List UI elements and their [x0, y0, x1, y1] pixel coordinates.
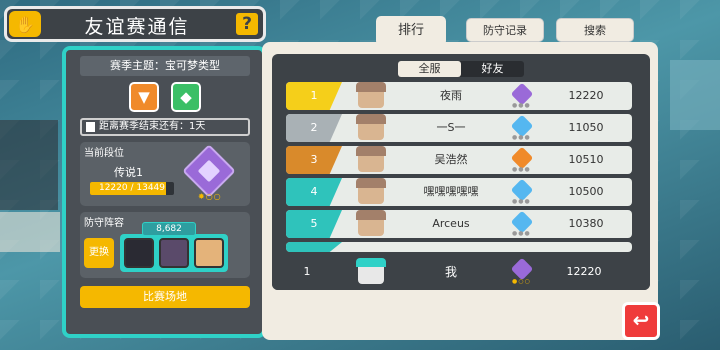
filter-friends[interactable]: 好友 — [461, 61, 524, 77]
row-name: 一S一 — [436, 121, 466, 134]
avatar — [356, 178, 386, 204]
row-name: 夜雨 — [440, 89, 462, 102]
background-block — [0, 120, 58, 210]
rank-stars-icon: ✸○○ — [198, 192, 222, 201]
row-score: 10380 — [568, 217, 604, 230]
rank-stars-icon: ●○○ — [512, 278, 531, 285]
rank-progress-text: 12220 / 13449 — [98, 183, 165, 193]
row-score: 10500 — [568, 185, 604, 198]
team-power: 8,682 — [142, 222, 196, 236]
flying-type-icon[interactable]: ▼ — [129, 82, 159, 112]
leaderboard-row[interactable] — [286, 242, 632, 252]
avatar — [356, 82, 386, 108]
filter-all-server[interactable]: 全服 — [398, 61, 461, 77]
rank-progress-bar: 12220 / 13449 — [90, 182, 174, 195]
leaderboard-frame: 全服 好友 1 夜雨 ●●● 12220 2 一S一 ●●● 11050 3 吴浩然 ●●● 1051… — [272, 54, 650, 290]
rank-stars-icon: ●●● — [512, 134, 531, 141]
row-score: 12220 — [568, 89, 604, 102]
my-rank: 1 — [303, 265, 311, 278]
rank-stars-icon: ●●● — [512, 166, 531, 173]
season-theme: 赛季主题：宝可梦类型 — [80, 56, 250, 76]
back-button[interactable]: ↩ — [622, 302, 660, 340]
leaderboard-row[interactable]: 2 一S一 ●●● 11050 — [286, 114, 632, 142]
current-rank-box: 当前段位 传说1 12220 / 13449 ✸○○ — [80, 142, 250, 206]
countdown-text: 距离赛季结束还有：1天 — [99, 121, 206, 132]
change-team-button[interactable]: 更换 — [84, 238, 114, 268]
help-button[interactable]: ? — [234, 11, 260, 37]
leaderboard-row[interactable]: 4 嘿嘿嘿嘿嘿 ●●● 10500 — [286, 178, 632, 206]
row-score: 10510 — [568, 153, 604, 166]
row-rank: 2 — [286, 114, 342, 142]
leaderboard-row[interactable]: 5 Arceus ●●● 10380 — [286, 210, 632, 238]
my-rank-row: 1 我 ●○○ 12220 — [272, 254, 650, 290]
header-bar: ✋ 友谊赛通信 ? — [4, 6, 266, 42]
defense-team-box: 防守阵容 更换 8,682 — [80, 212, 250, 278]
avatar — [356, 210, 386, 236]
rank-badge-icon — [510, 257, 534, 281]
tab-ranking[interactable]: 排行 — [376, 16, 446, 46]
rank-name: 传说1 — [114, 166, 143, 179]
leaderboard-row[interactable]: 1 夜雨 ●●● 12220 — [286, 82, 632, 110]
pokemon-slot-icon[interactable] — [194, 238, 224, 268]
pokemon-slot-icon[interactable] — [159, 238, 189, 268]
scope-filter: 全服 好友 — [398, 61, 524, 77]
season-countdown: 距离赛季结束还有：1天 — [80, 118, 250, 136]
row-rank: 4 — [286, 178, 342, 206]
rank-emblem-icon — [182, 144, 236, 198]
row-rank — [286, 242, 342, 252]
row-rank: 5 — [286, 210, 342, 238]
rank-stars-icon: ●●● — [512, 198, 531, 205]
grass-type-icon[interactable]: ◆ — [171, 82, 201, 112]
rank-stars-icon: ●●● — [512, 102, 531, 109]
row-rank: 1 — [286, 82, 342, 110]
row-name: Arceus — [432, 217, 470, 230]
my-score: 12220 — [566, 265, 602, 278]
page-title: 友谊赛通信 — [84, 16, 190, 38]
avatar — [356, 114, 386, 140]
row-name: 吴浩然 — [434, 153, 468, 166]
background-block — [670, 60, 720, 130]
tab-search[interactable]: 搜索 — [556, 18, 634, 42]
row-name: 嘿嘿嘿嘿嘿 — [423, 185, 479, 198]
row-score: 11050 — [568, 121, 604, 134]
pokemon-slot-icon[interactable] — [124, 238, 154, 268]
my-name: 我 — [444, 265, 457, 279]
background-block — [0, 212, 60, 252]
leaderboard-row[interactable]: 3 吴浩然 ●●● 10510 — [286, 146, 632, 174]
rank-stars-icon: ●●● — [512, 230, 531, 237]
defense-team-slots — [120, 234, 228, 272]
avatar — [356, 146, 386, 172]
arena-button[interactable]: 比赛场地 — [80, 286, 250, 308]
row-rank: 3 — [286, 146, 342, 174]
season-panel: 赛季主题：宝可梦类型 ▼ ◆ 距离赛季结束还有：1天 当前段位 传说1 1222… — [62, 46, 266, 338]
tab-defense-record[interactable]: 防守记录 — [466, 18, 544, 42]
avatar — [356, 258, 386, 284]
hourglass-icon — [86, 122, 95, 132]
defense-section-label: 防守阵容 — [84, 218, 124, 229]
rank-section-label: 当前段位 — [84, 148, 124, 159]
handshake-icon: ✋ — [9, 11, 41, 37]
